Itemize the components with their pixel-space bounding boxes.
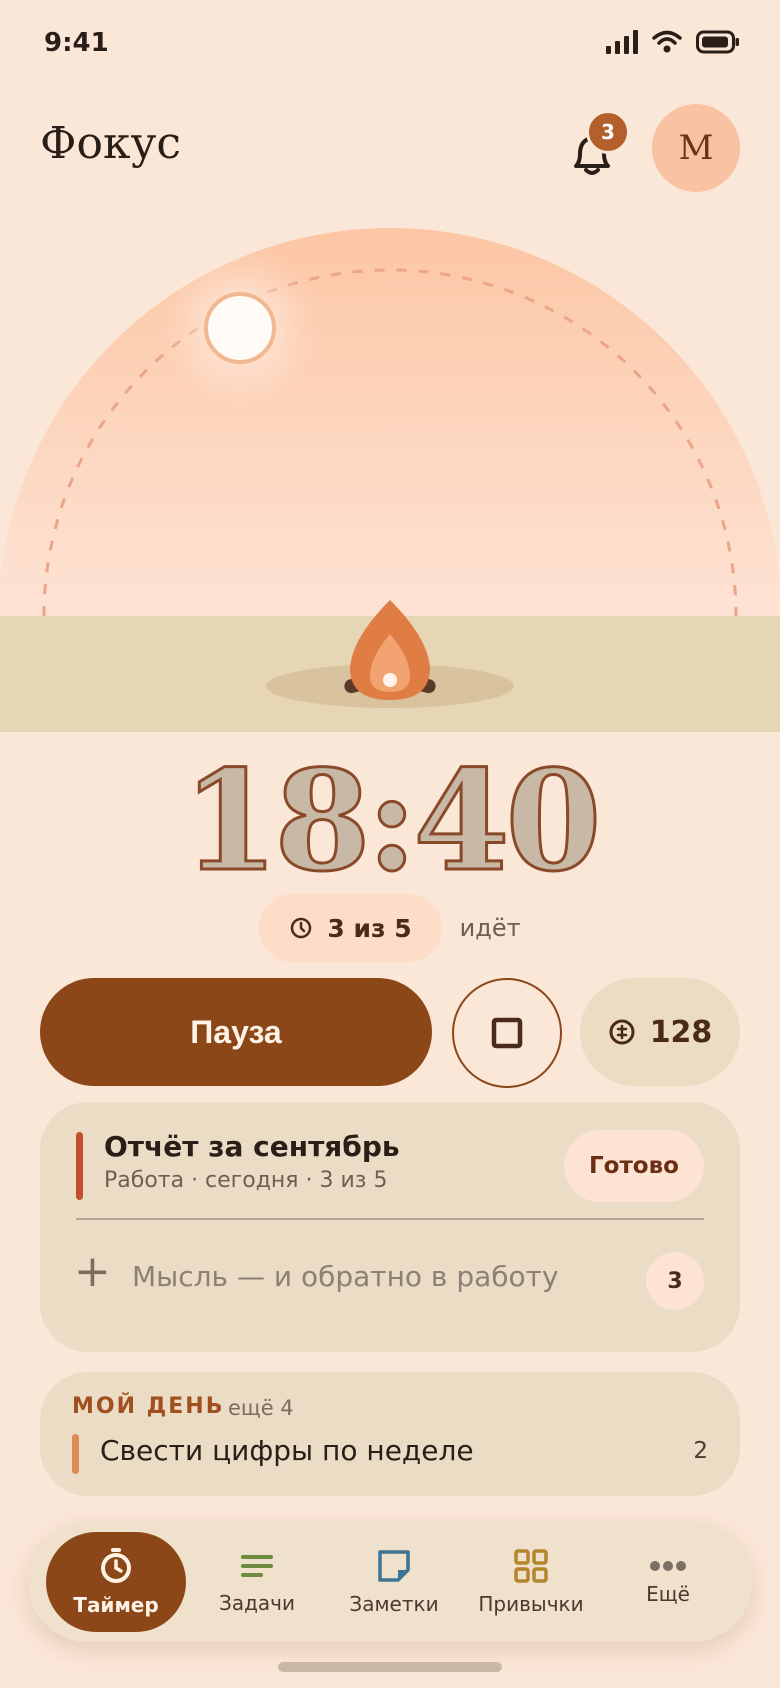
- pause-button[interactable]: Пауза: [40, 978, 432, 1086]
- status-bar: 9:41: [0, 0, 780, 90]
- stop-button[interactable]: [452, 978, 562, 1088]
- coins-button[interactable]: 128: [580, 978, 740, 1086]
- coins-count: 128: [649, 1014, 713, 1050]
- coin-icon: [609, 1019, 635, 1045]
- add-thought-icon[interactable]: +: [74, 1250, 111, 1294]
- list-icon: [241, 1555, 273, 1577]
- my-day-label: МОЙ ДЕНЬ: [72, 1394, 225, 1419]
- session-row: 3 из 5 идёт: [0, 894, 780, 962]
- task-meta: Работа · сегодня · 3 из 5: [104, 1168, 388, 1193]
- day-task-count: 2: [693, 1438, 708, 1464]
- tab-notes[interactable]: Заметки: [324, 1532, 464, 1632]
- stopwatch-icon: [101, 1548, 131, 1583]
- thought-count-badge[interactable]: 3: [646, 1252, 704, 1310]
- tab-label: Таймер: [73, 1593, 159, 1617]
- divider: [76, 1218, 704, 1220]
- clock-icon: [291, 917, 312, 939]
- more-icon: [650, 1561, 686, 1571]
- session-status: идёт: [459, 914, 521, 942]
- tab-habits[interactable]: Привычки: [461, 1532, 601, 1632]
- wifi-icon: [652, 30, 682, 53]
- tab-more[interactable]: Ещё: [598, 1532, 738, 1632]
- stop-icon: [491, 1017, 523, 1049]
- timer-controls: Пауза 128: [40, 978, 740, 1088]
- session-pill: 3 из 5: [259, 894, 442, 962]
- my-day-card[interactable]: МОЙ ДЕНЬ ещё 4 Свести цифры по неделе 2: [40, 1372, 740, 1496]
- campfire-icon: [266, 600, 514, 708]
- header: Фокус 3 М: [0, 100, 780, 200]
- tab-label: Ещё: [646, 1582, 690, 1606]
- status-time: 9:41: [44, 28, 109, 58]
- status-icons: [606, 30, 740, 54]
- current-task-card: Отчёт за сентябрь Работа · сегодня · 3 и…: [40, 1102, 740, 1352]
- done-button[interactable]: Готово: [564, 1130, 704, 1202]
- avatar[interactable]: М: [652, 104, 740, 192]
- page-title: Фокус: [40, 118, 182, 169]
- home-indicator[interactable]: [278, 1662, 502, 1672]
- thought-input[interactable]: Мысль — и обратно в работу: [132, 1260, 559, 1293]
- session-count: 3 из 5: [327, 913, 412, 943]
- sun-icon: [160, 248, 320, 408]
- my-day-more[interactable]: ещё 4: [228, 1396, 294, 1420]
- tab-timer[interactable]: Таймер: [46, 1532, 186, 1632]
- day-item-accent: [72, 1434, 79, 1474]
- battery-icon: [696, 30, 739, 54]
- tab-label: Задачи: [219, 1591, 295, 1615]
- notification-badge: 3: [586, 110, 630, 154]
- focus-scene: [0, 228, 780, 732]
- tab-tasks[interactable]: Задачи: [187, 1532, 327, 1632]
- grid-icon: [514, 1549, 548, 1583]
- timer-display: 18:40: [0, 739, 780, 902]
- tab-label: Заметки: [349, 1592, 439, 1616]
- day-task-item[interactable]: Свести цифры по неделе: [100, 1434, 474, 1467]
- signal-icon: [606, 30, 638, 54]
- task-accent-bar: [76, 1132, 83, 1200]
- tab-label: Привычки: [478, 1592, 584, 1616]
- note-icon: [378, 1550, 410, 1582]
- task-title[interactable]: Отчёт за сентябрь: [104, 1130, 400, 1163]
- bottom-tab-bar: Таймер Задачи Заметки Привычки Ещё: [28, 1522, 752, 1642]
- timer-digits: 18:40: [181, 739, 603, 902]
